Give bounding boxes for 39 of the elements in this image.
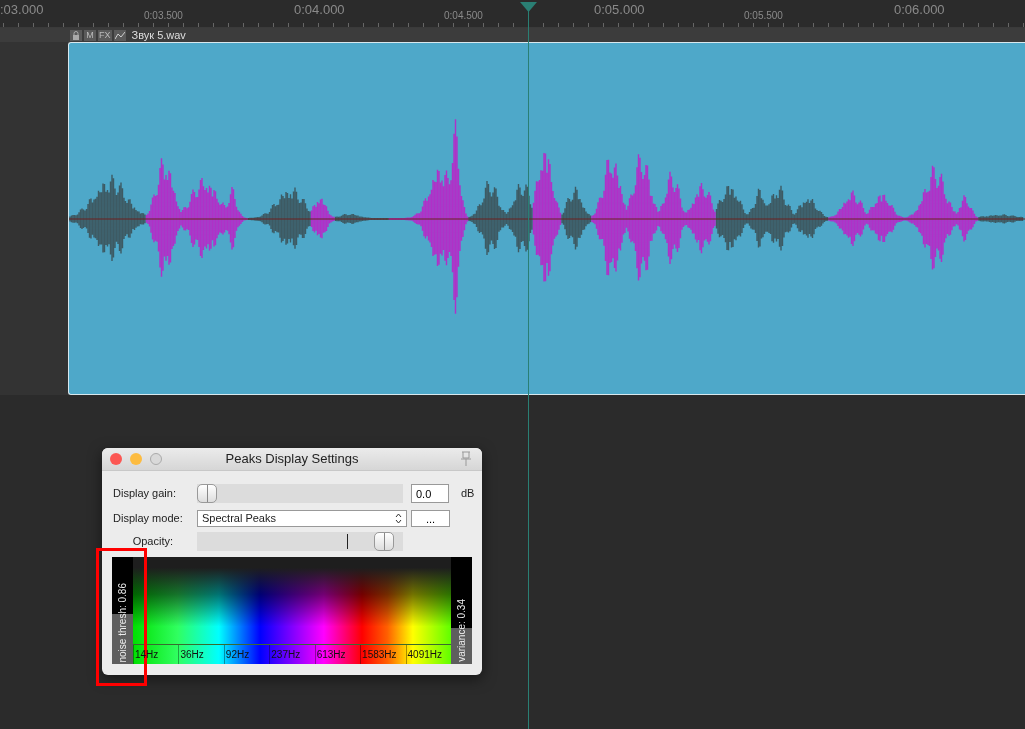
ruler-label: :03.000 xyxy=(0,1,44,19)
ruler-label: 0:04.500 xyxy=(444,9,483,23)
track-button[interactable]: M xyxy=(84,29,96,41)
ruler-label: 0:04.000 xyxy=(294,1,345,19)
ruler-label: 0:05.500 xyxy=(744,9,783,23)
gain-slider[interactable] xyxy=(197,484,403,503)
frequency-label: 4091Hz xyxy=(405,645,451,664)
frequency-label: 237Hz xyxy=(269,645,315,664)
dialog-title: Peaks Display Settings xyxy=(224,450,360,469)
side-label: variance: 0.34 xyxy=(455,598,468,664)
track-button[interactable]: FX xyxy=(98,29,112,41)
minimize-button[interactable] xyxy=(130,453,142,465)
frequency-label: 1583Hz xyxy=(360,645,406,664)
pin-icon[interactable] xyxy=(460,451,472,467)
updown-icon xyxy=(395,513,402,524)
more-button[interactable]: ... xyxy=(411,510,450,527)
envelope-icon[interactable] xyxy=(113,29,126,41)
ruler-label: 0:03.500 xyxy=(144,9,183,23)
frequency-label: 36Hz xyxy=(178,645,224,664)
field-label: Display mode: xyxy=(113,511,184,527)
close-button[interactable] xyxy=(110,453,122,465)
side-label: noise thresh: 0.86 xyxy=(116,581,129,664)
frequency-label: 92Hz xyxy=(223,645,270,664)
mode-select[interactable]: Spectral Peaks xyxy=(197,510,407,527)
ruler-label: 0:05.000 xyxy=(594,1,645,19)
playhead-marker-icon[interactable] xyxy=(520,2,537,12)
gain-input[interactable]: 0.0 xyxy=(411,484,449,503)
unit-label: dB xyxy=(460,486,475,502)
lock-icon[interactable] xyxy=(70,29,82,41)
default-marker xyxy=(347,534,348,549)
frequency-label: 613Hz xyxy=(314,645,361,664)
opacity-slider[interactable] xyxy=(197,532,403,551)
zoom-button[interactable] xyxy=(150,453,162,465)
field-label: Display gain: xyxy=(113,486,177,502)
ruler-label: 0:06.000 xyxy=(894,1,945,19)
slider-thumb[interactable] xyxy=(197,484,217,503)
slider-thumb[interactable] xyxy=(373,532,394,551)
field-label: Opacity: xyxy=(131,534,174,550)
clip-name: Звук 5.wav xyxy=(131,27,186,43)
